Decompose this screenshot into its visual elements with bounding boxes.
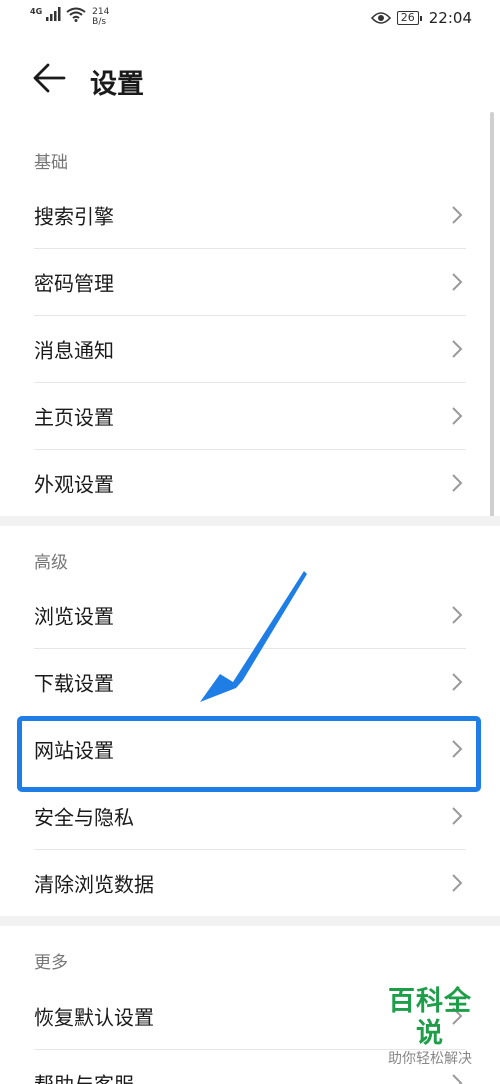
status-bar: 4G 214 B/s 26 22:04: [0, 0, 500, 40]
section-separator: [0, 516, 500, 526]
chevron-right-icon: [452, 1074, 463, 1084]
network-speed: 214 B/s: [92, 7, 109, 27]
settings-item-label: 外观设置: [34, 472, 114, 497]
section-header-more: 更多: [34, 953, 68, 973]
settings-item-label: 密码管理: [34, 271, 114, 296]
settings-item-search-engine[interactable]: 搜索引擎: [0, 182, 500, 248]
settings-item-label: 清除浏览数据: [34, 872, 154, 897]
settings-item-notifications[interactable]: 消息通知: [0, 316, 500, 382]
settings-item-website[interactable]: 网站设置: [0, 716, 500, 782]
settings-item-label: 主页设置: [34, 405, 114, 430]
settings-item-label: 网站设置: [34, 738, 114, 763]
settings-item-label: 浏览设置: [34, 604, 114, 629]
page-title: 设置: [90, 69, 144, 100]
settings-item-security-privacy[interactable]: 安全与隐私: [0, 783, 500, 849]
watermark-subtitle: 助你轻松解决: [388, 1051, 472, 1067]
settings-item-label: 帮助与客服: [34, 1069, 134, 1084]
chevron-right-icon: [452, 807, 463, 825]
signal-icon: [46, 7, 61, 21]
chevron-right-icon: [452, 874, 463, 892]
settings-item-label: 消息通知: [34, 338, 114, 363]
wifi-icon: [66, 7, 86, 22]
chevron-right-icon: [452, 340, 463, 358]
chevron-right-icon: [452, 206, 463, 224]
watermark: 百科全说 助你轻松解决: [376, 986, 484, 1068]
settings-item-download[interactable]: 下载设置: [0, 649, 500, 715]
battery-indicator: 26: [396, 11, 422, 25]
chevron-right-icon: [452, 673, 463, 691]
chevron-right-icon: [452, 740, 463, 758]
settings-item-label: 恢复默认设置: [34, 1005, 154, 1030]
settings-item-password-manager[interactable]: 密码管理: [0, 249, 500, 315]
settings-item-clear-data[interactable]: 清除浏览数据: [0, 850, 500, 916]
settings-item-label: 下载设置: [34, 671, 114, 696]
settings-item-label: 安全与隐私: [34, 805, 134, 830]
arrow-left-icon: [33, 63, 66, 93]
settings-item-appearance[interactable]: 外观设置: [0, 450, 500, 516]
status-left: 4G 214 B/s: [30, 7, 109, 27]
section-separator: [0, 916, 500, 926]
chevron-right-icon: [452, 474, 463, 492]
section-header-basic: 基础: [34, 153, 68, 173]
settings-item-homepage[interactable]: 主页设置: [0, 383, 500, 449]
chevron-right-icon: [452, 606, 463, 624]
chevron-right-icon: [452, 273, 463, 291]
speed-unit: B/s: [92, 17, 107, 27]
settings-item-label: 搜索引擎: [34, 204, 114, 229]
back-button[interactable]: [30, 60, 68, 96]
settings-item-browsing[interactable]: 浏览设置: [0, 582, 500, 648]
chevron-right-icon: [452, 407, 463, 425]
network-type: 4G: [30, 7, 43, 16]
app-header: 设置: [0, 50, 500, 106]
speed-value: 214: [92, 7, 110, 17]
status-right: 26 22:04: [370, 9, 472, 27]
status-time: 22:04: [428, 9, 472, 27]
eye-icon: [370, 12, 391, 24]
watermark-title: 百科全说: [388, 986, 472, 1049]
section-header-advanced: 高级: [34, 553, 68, 573]
